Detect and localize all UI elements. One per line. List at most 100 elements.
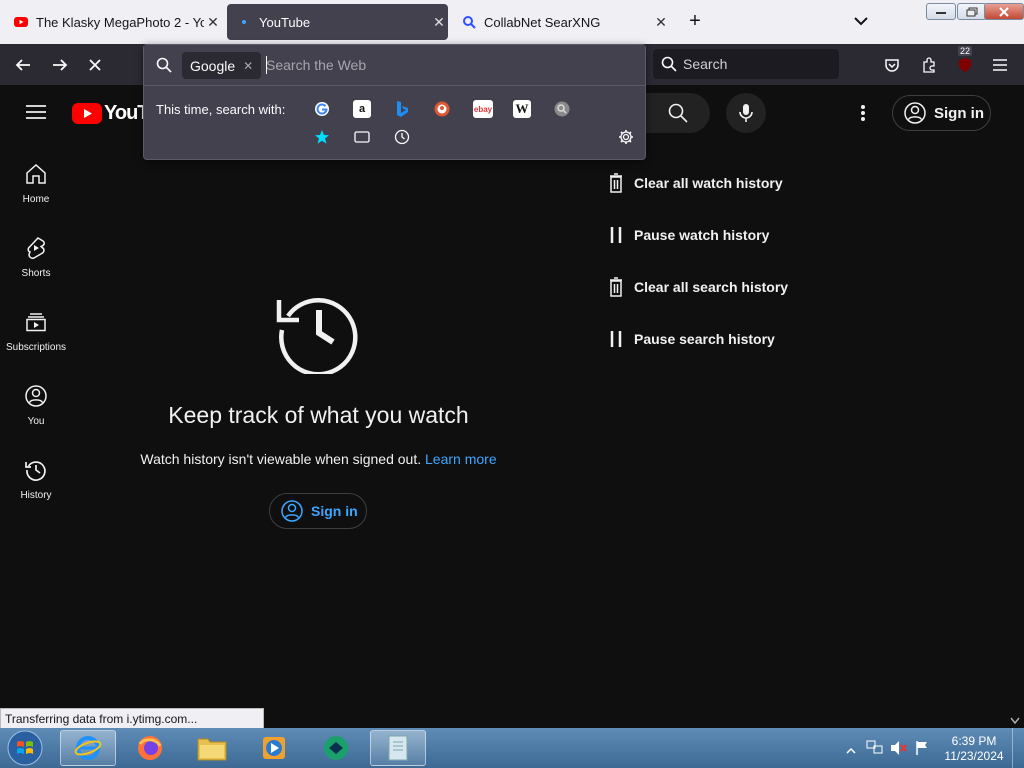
search-settings-gear-icon[interactable] xyxy=(617,128,635,146)
youtube-logo-icon xyxy=(72,103,102,124)
pause-watch-history-button[interactable]: Pause watch history xyxy=(607,223,769,247)
clear-search-history-button[interactable]: Clear all search history xyxy=(607,275,788,299)
taskbar-firefox[interactable] xyxy=(122,730,178,766)
sidebar-item-history[interactable]: History xyxy=(0,452,72,526)
sidebar-item-label: Shorts xyxy=(21,268,51,279)
amazon-engine-icon[interactable]: a xyxy=(353,100,371,118)
search-placeholder: Search xyxy=(683,56,728,72)
action-center-flag-icon[interactable] xyxy=(914,740,930,761)
new-tab-button[interactable]: + xyxy=(684,10,706,33)
bookmarks-star-icon[interactable] xyxy=(313,128,331,146)
pause-search-history-button[interactable]: Pause search history xyxy=(607,327,775,351)
extensions-icon[interactable] xyxy=(916,52,942,78)
voice-search-button[interactable] xyxy=(726,93,766,133)
learn-more-link[interactable]: Learn more xyxy=(425,451,497,467)
top-sign-in-button[interactable]: Sign in xyxy=(892,95,991,131)
duckduckgo-engine-icon[interactable] xyxy=(433,100,451,118)
clear-watch-history-button[interactable]: Clear all watch history xyxy=(607,171,783,195)
tab-list-chevron-icon[interactable] xyxy=(854,10,874,31)
page-heading: Keep track of what you watch xyxy=(168,402,469,428)
sidebar-item-home[interactable]: Home xyxy=(0,156,72,230)
settings-kebab-icon[interactable] xyxy=(860,103,866,128)
close-tab-icon[interactable]: ✕ xyxy=(204,14,222,31)
clock-date: 11/23/2024 xyxy=(944,749,1004,763)
account-circle-icon xyxy=(904,102,926,124)
taskbar-media-player[interactable] xyxy=(246,730,302,766)
action-label: Clear all watch history xyxy=(634,175,783,191)
youtube-search-button[interactable] xyxy=(646,93,710,133)
green-app-icon xyxy=(324,736,348,760)
pause-icon xyxy=(607,331,625,347)
main-sign-in-button[interactable]: Sign in xyxy=(269,493,367,529)
forward-button[interactable] xyxy=(47,52,73,78)
sidebar-item-shorts[interactable]: Shorts xyxy=(0,230,72,304)
folder-icon xyxy=(197,738,227,761)
search-icon xyxy=(661,56,677,72)
account-circle-icon xyxy=(281,500,303,522)
sidebar-item-label: History xyxy=(20,490,52,501)
ublock-extension-icon[interactable]: 22 xyxy=(952,46,978,78)
sign-in-label: Sign in xyxy=(934,104,984,122)
ebay-engine-icon[interactable]: ebay xyxy=(473,100,493,118)
history-icon xyxy=(25,461,46,481)
show-desktop-button[interactable] xyxy=(1012,728,1024,768)
windows-logo-icon xyxy=(7,730,43,766)
taskbar-internet-explorer[interactable] xyxy=(60,730,116,766)
taskbar-clock[interactable]: 6:39 PM 11/23/2024 xyxy=(940,734,1008,764)
search-engine-chip[interactable]: Google ✕ xyxy=(182,52,262,79)
search-icon xyxy=(156,57,172,73)
trash-icon xyxy=(607,277,625,297)
close-window-button[interactable] xyxy=(984,3,1024,20)
back-button[interactable] xyxy=(10,52,36,78)
document-icon xyxy=(388,735,408,761)
remove-engine-icon[interactable]: ✕ xyxy=(243,59,253,73)
sidebar-item-subscriptions[interactable]: Subscriptions xyxy=(0,304,72,378)
taskbar-app[interactable] xyxy=(308,730,364,766)
tabs-icon[interactable] xyxy=(353,128,371,146)
action-label: Clear all search history xyxy=(634,279,789,295)
close-tab-icon[interactable]: ✕ xyxy=(652,14,670,31)
taskbar-file-explorer[interactable] xyxy=(184,730,240,766)
you-icon xyxy=(25,385,47,407)
show-hidden-icons-icon[interactable] xyxy=(846,742,856,760)
bing-engine-icon[interactable] xyxy=(393,100,411,118)
minimize-button[interactable] xyxy=(926,3,956,20)
media-player-icon xyxy=(263,737,285,759)
tab-klasky[interactable]: The Klasky MegaPhoto 2 - YouT ✕ xyxy=(4,4,222,40)
google-engine-icon[interactable] xyxy=(313,100,331,118)
microphone-icon xyxy=(739,104,753,122)
extension-badge: 22 xyxy=(958,46,973,56)
network-icon[interactable] xyxy=(866,740,884,761)
restore-button[interactable] xyxy=(957,3,987,20)
pocket-icon[interactable] xyxy=(879,52,905,78)
sidebar-item-label: You xyxy=(27,416,45,427)
sidebar-item-label: Subscriptions xyxy=(5,342,67,353)
urlbar-input[interactable]: Search the Web xyxy=(266,57,366,73)
signed-out-text: Watch history isn't viewable when signed… xyxy=(140,451,422,467)
close-tab-icon[interactable]: ✕ xyxy=(430,14,448,31)
urlbar-input-row: Google ✕ Search the Web xyxy=(144,45,645,86)
text-caret xyxy=(266,56,267,74)
guide-menu-icon[interactable] xyxy=(26,104,46,125)
action-label: Pause watch history xyxy=(634,227,770,243)
sidebar-item-you[interactable]: You xyxy=(0,378,72,452)
urlbar-dropdown: Google ✕ Search the Web This time, searc… xyxy=(143,44,646,160)
search-engine-name: Google xyxy=(190,57,236,74)
taskbar-document-app[interactable] xyxy=(370,730,426,766)
tab-searxng[interactable]: CollabNet SearXNG ✕ xyxy=(452,4,670,40)
searxng-engine-icon[interactable] xyxy=(553,100,571,118)
volume-muted-icon[interactable] xyxy=(890,740,908,761)
history-large-icon xyxy=(275,286,363,379)
search-favicon-icon xyxy=(462,15,476,29)
history-clock-icon[interactable] xyxy=(393,128,411,146)
stop-loading-button[interactable] xyxy=(82,52,108,78)
toolbar-search-box[interactable]: Search xyxy=(653,49,839,79)
tab-youtube[interactable]: YouTube ✕ xyxy=(227,4,448,40)
subscriptions-icon xyxy=(26,313,46,332)
home-icon xyxy=(26,163,46,184)
start-button[interactable] xyxy=(5,730,45,766)
menu-icon[interactable] xyxy=(987,52,1013,78)
trash-icon xyxy=(607,173,625,193)
wikipedia-engine-icon[interactable]: W xyxy=(513,100,531,118)
windows-taskbar: 6:39 PM 11/23/2024 xyxy=(0,728,1024,768)
